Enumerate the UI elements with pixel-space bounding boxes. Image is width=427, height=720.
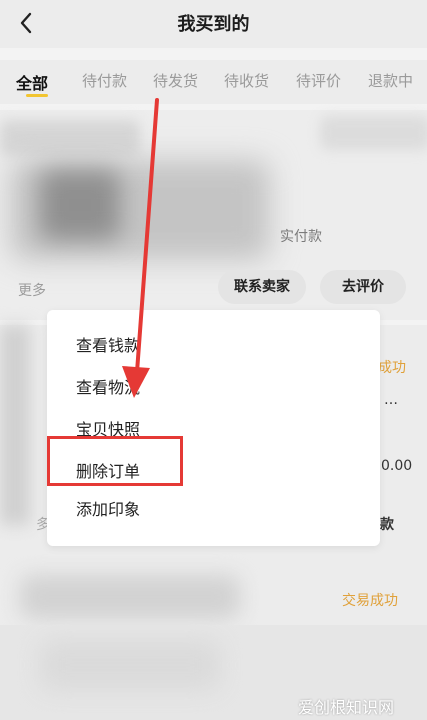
contact-seller-button[interactable]: 联系卖家 xyxy=(218,270,306,304)
product-title: … xyxy=(384,392,398,408)
menu-item-view-logistics[interactable]: 查看物流 xyxy=(76,374,140,398)
order-status: 交易成功 xyxy=(342,593,398,609)
blurred-product-image xyxy=(40,170,120,240)
tab-active-indicator xyxy=(26,94,48,97)
order-status: 成功 xyxy=(378,360,406,376)
page: 我买到的 全部 待付款 待发货 待收货 待评价 退款中 实付款 更多 联系卖家 … xyxy=(0,0,427,720)
nav-bar: 我买到的 xyxy=(0,0,427,48)
more-link[interactable]: 更多 xyxy=(18,280,46,300)
paid-amount-label: 实付款 xyxy=(280,229,322,245)
tab-pending-receipt[interactable]: 待收货 xyxy=(224,70,269,91)
annotation-highlight-box xyxy=(47,436,183,486)
menu-item-add-impression[interactable]: 添加印象 xyxy=(76,496,140,520)
blurred-shop-name xyxy=(40,640,220,690)
blurred-shop-name xyxy=(20,575,240,619)
tab-pending-shipment[interactable]: 待发货 xyxy=(153,70,198,91)
menu-item-view-funds[interactable]: 查看钱款 xyxy=(76,332,140,356)
blurred-status xyxy=(320,116,427,150)
order-tabs: 全部 待付款 待发货 待收货 待评价 退款中 xyxy=(0,60,427,104)
page-title: 我买到的 xyxy=(177,14,250,35)
product-price: 0.00 xyxy=(381,458,413,474)
order-actions-menu: 查看钱款 查看物流 宝贝快照 删除订单 添加印象 xyxy=(47,310,380,546)
blurred-shop-name xyxy=(0,120,140,156)
tab-refunding[interactable]: 退款中 xyxy=(368,70,413,91)
order-action-button[interactable]: 款 xyxy=(380,514,394,534)
tab-pending-review[interactable]: 待评价 xyxy=(296,70,341,91)
review-button[interactable]: 去评价 xyxy=(320,270,406,304)
order-card: 实付款 更多 联系卖家 去评价 xyxy=(0,110,427,320)
blurred-shop-name xyxy=(0,325,30,525)
watermark-text: 爱创根知识网 xyxy=(298,698,395,717)
tab-pending-payment[interactable]: 待付款 xyxy=(82,70,127,91)
tab-all[interactable]: 全部 xyxy=(16,70,48,94)
